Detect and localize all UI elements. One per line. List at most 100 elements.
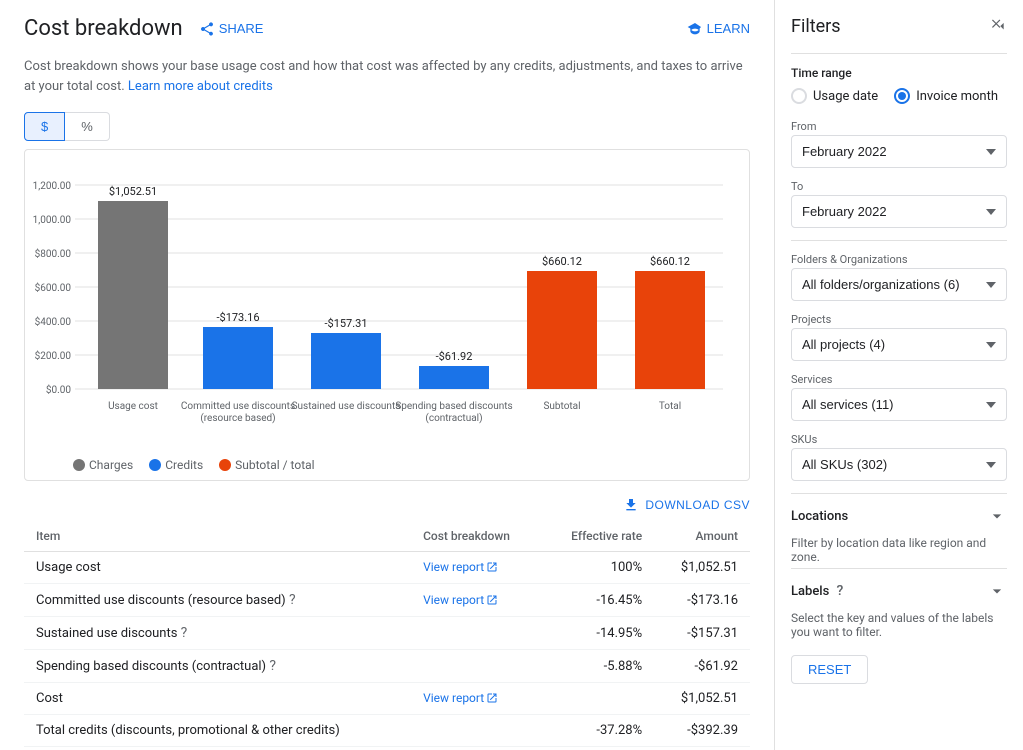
svg-text:$200.00: $200.00 [35, 349, 72, 362]
charges-dot [73, 459, 85, 471]
legend-subtotal: Subtotal / total [219, 458, 314, 472]
col-breakdown: Cost breakdown [411, 521, 542, 552]
labels-label: Labels ? [791, 583, 843, 599]
effective-rate: -14.95% [542, 617, 654, 650]
skus-select[interactable]: All SKUs (302) [791, 448, 1007, 481]
amount: $1,052.51 [654, 552, 750, 584]
cost-breakdown-cell [411, 617, 542, 650]
svg-text:(resource based): (resource based) [200, 412, 275, 424]
item-name: Cost [24, 683, 411, 715]
view-report-link[interactable]: View report [423, 593, 498, 607]
from-select[interactable]: February 2022 [791, 135, 1007, 168]
share-icon [199, 21, 215, 37]
effective-rate: -5.88% [542, 650, 654, 683]
to-select[interactable]: February 2022 [791, 195, 1007, 228]
legend-credits: Credits [149, 458, 203, 472]
effective-rate [542, 683, 654, 715]
effective-rate: -16.45% [542, 584, 654, 617]
svg-text:$1,200.00: $1,200.00 [33, 179, 71, 192]
projects-field: Projects All projects (4) [791, 313, 1007, 361]
folders-label: Folders & Organizations [791, 253, 1007, 266]
page-title: Cost breakdown [24, 16, 183, 41]
legend-charges: Charges [73, 458, 133, 472]
help-icon[interactable]: ? [269, 658, 276, 674]
time-range-label: Time range [791, 66, 1007, 80]
labels-header[interactable]: Labels ? [791, 568, 1007, 605]
dollar-toggle[interactable]: $ [24, 112, 65, 141]
help-icon[interactable]: ? [289, 592, 296, 608]
svg-text:Spending based discounts: Spending based discounts [395, 401, 512, 412]
download-csv-button[interactable]: DOWNLOAD CSV [623, 497, 750, 513]
view-report-link[interactable]: View report [423, 560, 498, 574]
amount: -$173.16 [654, 584, 750, 617]
help-icon[interactable]: ? [181, 625, 188, 641]
svg-text:$400.00: $400.00 [35, 315, 72, 328]
skus-field: SKUs All SKUs (302) [791, 433, 1007, 481]
invoice-month-radio[interactable]: Invoice month [894, 88, 998, 104]
subtotal-label: Subtotal [542, 747, 654, 750]
svg-text:Total: Total [659, 401, 681, 412]
to-label: To [791, 180, 1007, 193]
labels-hint: Select the key and values of the labels … [791, 611, 1007, 639]
folders-select[interactable]: All folders/organizations (6) [791, 268, 1007, 301]
labels-help-icon[interactable]: ? [837, 583, 844, 599]
projects-label: Projects [791, 313, 1007, 326]
learn-more-link[interactable]: Learn more about credits [128, 79, 273, 94]
invoice-month-radio-circle [894, 88, 910, 104]
subtotal-bar[interactable] [527, 271, 597, 389]
col-item: Item [24, 521, 411, 552]
svg-text:Subtotal: Subtotal [543, 401, 580, 412]
sidebar-title: Filters [791, 16, 841, 37]
usage-date-radio-circle [791, 88, 807, 104]
svg-text:$1,000.00: $1,000.00 [33, 213, 71, 226]
effective-rate: 100% [542, 552, 654, 584]
table-row: Sustained use discounts ? -14.95% -$157.… [24, 617, 750, 650]
cost-breakdown-cell: View report [411, 552, 542, 584]
table-row: Committed use discounts (resource based)… [24, 584, 750, 617]
usage-date-radio[interactable]: Usage date [791, 88, 878, 104]
currency-toggle: $ % [24, 112, 750, 141]
labels-body: Select the key and values of the labels … [791, 611, 1007, 639]
svg-text:$800.00: $800.00 [35, 247, 72, 260]
description-text: Cost breakdown shows your base usage cos… [24, 57, 750, 96]
share-button[interactable]: SHARE [199, 21, 264, 37]
learn-icon [687, 21, 703, 37]
committed-discounts-bar[interactable] [203, 327, 273, 389]
reset-button[interactable]: RESET [791, 655, 868, 684]
services-select[interactable]: All services (11) [791, 388, 1007, 421]
effective-rate: -37.28% [542, 715, 654, 747]
amount: $1,052.51 [654, 683, 750, 715]
folders-field: Folders & Organizations All folders/orga… [791, 253, 1007, 301]
locations-header[interactable]: Locations [791, 493, 1007, 530]
total-bar[interactable] [635, 271, 705, 389]
amount: -$157.31 [654, 617, 750, 650]
chart-legend: Charges Credits Subtotal / total [33, 458, 733, 472]
percent-toggle[interactable]: % [65, 112, 110, 141]
item-name: Committed use discounts (resource based)… [24, 584, 411, 617]
download-icon [623, 497, 639, 513]
divider [791, 53, 1007, 54]
item-name: Usage cost [24, 552, 411, 584]
col-rate: Effective rate [542, 521, 654, 552]
locations-hint: Filter by location data like region and … [791, 536, 1007, 564]
services-field: Services All services (11) [791, 373, 1007, 421]
cost-breakdown-cell: View report [411, 683, 542, 715]
svg-text:$0.00: $0.00 [46, 383, 71, 396]
reset-section: RESET [791, 639, 1007, 684]
sustained-discounts-bar[interactable] [311, 333, 381, 389]
cost-breakdown-cell: View report [411, 584, 542, 617]
close-panel-button[interactable] [987, 17, 1007, 37]
spending-discounts-bar[interactable] [419, 366, 489, 389]
locations-body: Filter by location data like region and … [791, 536, 1007, 564]
usage-cost-bar[interactable] [98, 201, 168, 389]
cost-table: Item Cost breakdown Effective rate Amoun… [24, 521, 750, 750]
col-amount: Amount [654, 521, 750, 552]
subtotal-amount: $660.12 [654, 747, 750, 750]
learn-button[interactable]: LEARN [687, 21, 750, 37]
view-report-link[interactable]: View report [423, 691, 498, 705]
table-row: Spending based discounts (contractual) ?… [24, 650, 750, 683]
cost-breakdown-cell [411, 715, 542, 747]
page-header: Cost breakdown SHARE LEARN [24, 16, 750, 41]
item-name: Spending based discounts (contractual) ? [24, 650, 411, 683]
projects-select[interactable]: All projects (4) [791, 328, 1007, 361]
